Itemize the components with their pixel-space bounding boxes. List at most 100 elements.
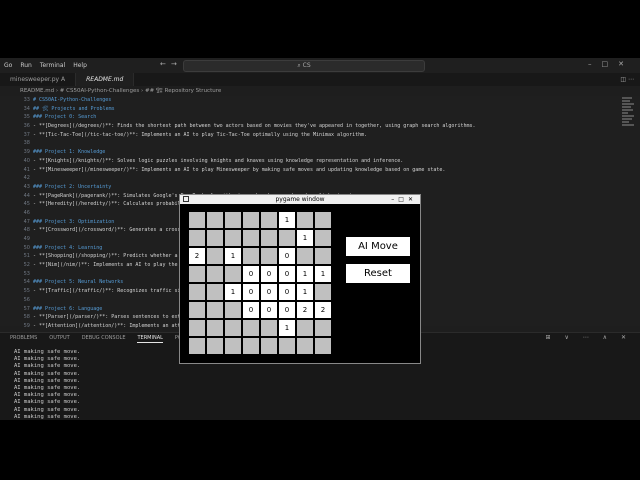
window-controls[interactable]: –□✕: [588, 60, 634, 68]
board-cell[interactable]: [225, 302, 241, 318]
board-cell[interactable]: [225, 230, 241, 246]
board-cell[interactable]: [207, 230, 223, 246]
board-cell[interactable]: 1: [279, 212, 295, 228]
code-line[interactable]: # CS50AI-Python-Challenges: [33, 96, 613, 105]
board-cell[interactable]: [261, 212, 277, 228]
code-line[interactable]: ### Project 0: Search: [33, 113, 613, 122]
menu-item-terminal[interactable]: Terminal: [36, 62, 69, 69]
code-line[interactable]: - **[Tic-Tac-Toe](/tic-tac-toe/)**: Impl…: [33, 131, 613, 140]
board-cell[interactable]: 0: [261, 302, 277, 318]
board-cell[interactable]: [279, 230, 295, 246]
board-cell[interactable]: 0: [243, 302, 259, 318]
line-number: 37: [23, 131, 30, 138]
board-cell[interactable]: [297, 338, 313, 354]
board-cell[interactable]: [189, 284, 205, 300]
breadcrumb[interactable]: README.md › # CS50AI-Python-Challenges ›…: [0, 86, 640, 96]
board-cell[interactable]: 1: [279, 320, 295, 336]
board-cell[interactable]: [315, 230, 331, 246]
panel-toolbar-icons[interactable]: ⊞ ∨ ⋯ ∧ ✕: [546, 334, 632, 341]
tab-problems[interactable]: PROBLEMS: [10, 333, 37, 343]
board-cell[interactable]: [243, 230, 259, 246]
menu-item-run[interactable]: Run: [16, 62, 36, 69]
board-cell[interactable]: 2: [315, 302, 331, 318]
board-cell[interactable]: 1: [297, 266, 313, 282]
tab-minesweeper[interactable]: minesweeper.py A: [0, 73, 77, 86]
board-cell[interactable]: [207, 284, 223, 300]
board-cell[interactable]: [189, 212, 205, 228]
board-cell[interactable]: [297, 248, 313, 264]
board-cell[interactable]: 0: [279, 302, 295, 318]
code-line[interactable]: [33, 174, 613, 183]
board-cell[interactable]: [315, 248, 331, 264]
back-arrow-icon[interactable]: ←: [160, 60, 166, 68]
board-cell[interactable]: [225, 212, 241, 228]
code-line[interactable]: ### Project 1: Knowledge: [33, 148, 613, 157]
code-line[interactable]: ## 🛠 Projects and Problems: [33, 105, 613, 114]
board-cell[interactable]: [243, 338, 259, 354]
board-cell[interactable]: 1: [225, 248, 241, 264]
board-cell[interactable]: [207, 338, 223, 354]
board-cell[interactable]: 0: [243, 266, 259, 282]
board-cell[interactable]: [243, 248, 259, 264]
board-cell[interactable]: [243, 320, 259, 336]
board-cell[interactable]: 0: [261, 266, 277, 282]
board-cell[interactable]: 2: [189, 248, 205, 264]
board-cell[interactable]: [315, 320, 331, 336]
board-cell[interactable]: [261, 230, 277, 246]
pygame-titlebar[interactable]: pygame window –□✕: [180, 195, 420, 204]
menu-item-go[interactable]: Go: [0, 62, 16, 69]
board-cell[interactable]: [189, 320, 205, 336]
board-cell[interactable]: 0: [279, 284, 295, 300]
tab-output[interactable]: OUTPUT: [49, 333, 69, 343]
code-line[interactable]: - **[Minesweeper](/minesweeper/)**: Impl…: [33, 166, 613, 175]
board-cell[interactable]: [261, 248, 277, 264]
board-cell[interactable]: [207, 212, 223, 228]
pygame-window-controls[interactable]: –□✕: [391, 195, 417, 204]
ai-move-button[interactable]: AI Move: [346, 237, 410, 256]
board-cell[interactable]: [207, 248, 223, 264]
board-cell[interactable]: 1: [225, 284, 241, 300]
minesweeper-board[interactable]: 112100001110001000221: [189, 212, 331, 354]
code-line[interactable]: ### Project 2: Uncertainty: [33, 183, 613, 192]
board-cell[interactable]: [315, 284, 331, 300]
board-cell[interactable]: [207, 302, 223, 318]
board-cell[interactable]: [189, 338, 205, 354]
board-cell[interactable]: [189, 230, 205, 246]
board-cell[interactable]: [261, 338, 277, 354]
board-cell[interactable]: 0: [261, 284, 277, 300]
menu-item-help[interactable]: Help: [69, 62, 91, 69]
tab-readme[interactable]: README.md: [76, 73, 135, 86]
board-cell[interactable]: [225, 320, 241, 336]
minimap[interactable]: [622, 96, 634, 166]
board-cell[interactable]: [297, 212, 313, 228]
board-cell[interactable]: 0: [243, 284, 259, 300]
tab-debug-console[interactable]: DEBUG CONSOLE: [82, 333, 126, 343]
reset-button[interactable]: Reset: [346, 264, 410, 283]
code-line[interactable]: - **[Knights](/knights/)**: Solves logic…: [33, 157, 613, 166]
board-cell[interactable]: [225, 338, 241, 354]
terminal-line: AI making safe move.: [14, 406, 81, 413]
tab-terminal[interactable]: TERMINAL: [137, 333, 163, 343]
board-cell[interactable]: [243, 212, 259, 228]
board-cell[interactable]: [315, 212, 331, 228]
command-center-search[interactable]: ⌕ CS: [183, 60, 425, 72]
board-cell[interactable]: [315, 338, 331, 354]
board-cell[interactable]: 1: [297, 230, 313, 246]
code-line[interactable]: - **[Degrees](/degrees/)**: Finds the sh…: [33, 122, 613, 131]
board-cell[interactable]: 0: [279, 266, 295, 282]
board-cell[interactable]: [207, 320, 223, 336]
board-cell[interactable]: 2: [297, 302, 313, 318]
code-line[interactable]: [33, 139, 613, 148]
board-cell[interactable]: [297, 320, 313, 336]
editor-actions-icon[interactable]: ◫ ⋯: [620, 73, 634, 86]
board-cell[interactable]: 0: [279, 248, 295, 264]
board-cell[interactable]: 1: [315, 266, 331, 282]
board-cell[interactable]: 1: [297, 284, 313, 300]
board-cell[interactable]: [207, 266, 223, 282]
forward-arrow-icon[interactable]: →: [171, 60, 177, 68]
board-cell[interactable]: [189, 302, 205, 318]
board-cell[interactable]: [225, 266, 241, 282]
board-cell[interactable]: [279, 338, 295, 354]
board-cell[interactable]: [261, 320, 277, 336]
board-cell[interactable]: [189, 266, 205, 282]
